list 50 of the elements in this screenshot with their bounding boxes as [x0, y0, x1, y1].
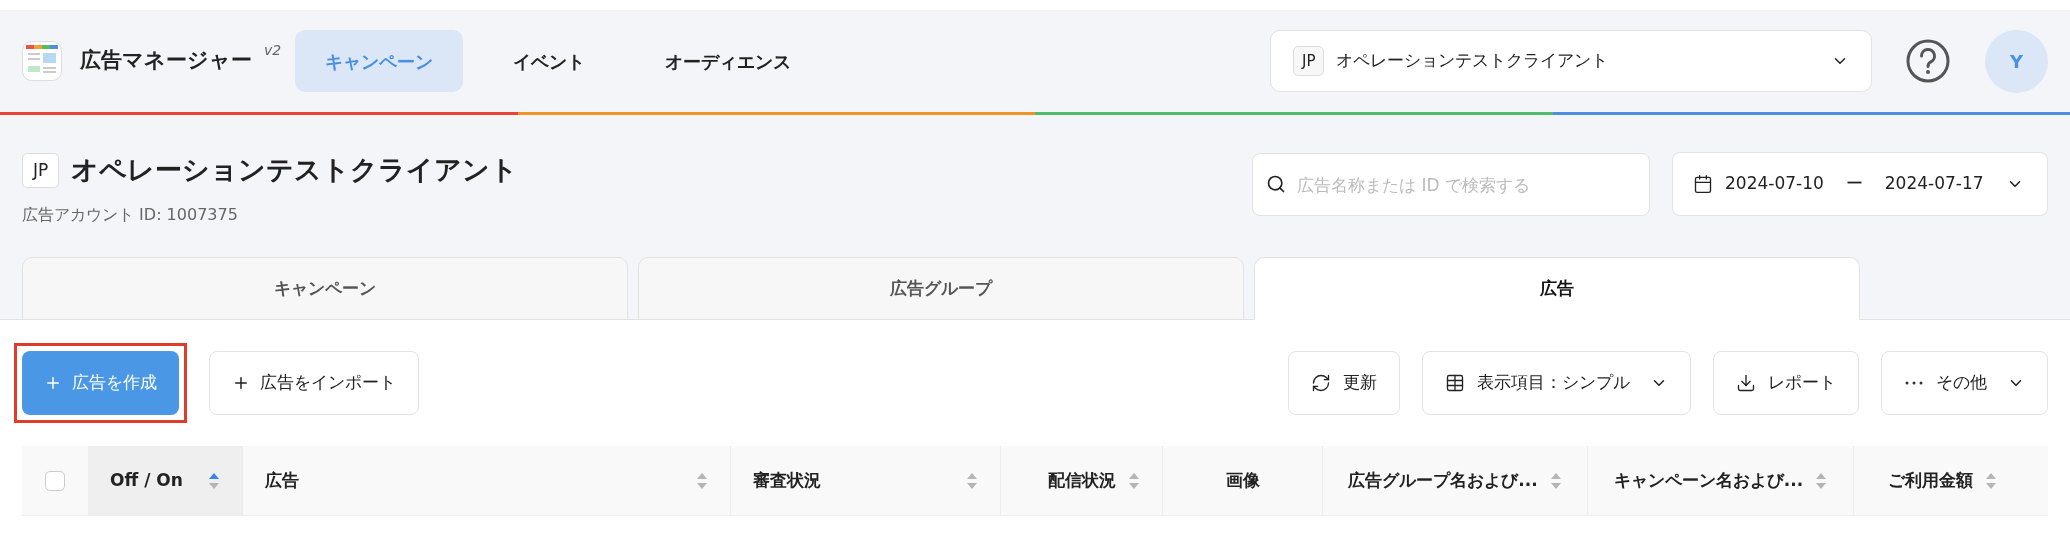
column-title: 画像: [1225, 468, 1260, 492]
view-tab[interactable]: 広告グループ: [638, 257, 1244, 320]
date-separator: ー: [1845, 172, 1863, 196]
column-header[interactable]: Off / On: [88, 446, 242, 515]
help-icon[interactable]: [1906, 39, 1950, 83]
toolbar-button[interactable]: 更新: [1288, 351, 1400, 415]
refresh-icon: [1311, 373, 1331, 393]
account-id: 広告アカウント ID: 1007375: [22, 203, 239, 226]
column-title: 広告グループ名および...: [1348, 468, 1538, 492]
view-tab[interactable]: キャンペーン: [22, 257, 628, 320]
date-range-picker[interactable]: 2024-07-10 ー 2024-07-17: [1672, 152, 2048, 216]
column-header[interactable]: 審査状況: [730, 446, 1000, 515]
download-icon: [1736, 373, 1756, 393]
column-header[interactable]: 広告グループ名および...: [1322, 446, 1587, 515]
version-label: v2: [264, 40, 282, 60]
column-header[interactable]: キャンペーン名および...: [1587, 446, 1853, 515]
select-all-checkbox[interactable]: [45, 470, 65, 491]
toolbar-button[interactable]: 表示項目：シンプル: [1422, 351, 1691, 415]
column-header[interactable]: ご利用金額: [1853, 446, 2030, 515]
app-title: 広告マネージャー: [80, 47, 252, 75]
column-header[interactable]: 画像: [1162, 446, 1322, 515]
plus-icon: [44, 374, 62, 392]
client-name: オペレーションテストクライアント: [1336, 49, 1610, 73]
action-button[interactable]: 広告をインポート: [209, 351, 419, 415]
calendar-icon: [1693, 174, 1713, 194]
toolbar-button[interactable]: レポート: [1713, 351, 1859, 415]
table-icon: [1445, 373, 1465, 393]
account-name: オペレーションテストクライアント: [71, 153, 519, 187]
view-tab[interactable]: 広告: [1254, 257, 1860, 320]
nav-tab[interactable]: オーディエンス: [635, 30, 822, 92]
start-date: 2024-07-10: [1725, 172, 1824, 196]
column-header[interactable]: 広告: [242, 446, 730, 515]
search-icon: [1266, 174, 1286, 194]
country-tag: JP: [1293, 45, 1325, 77]
end-date: 2024-07-17: [1884, 172, 1984, 196]
toolbar-button[interactable]: その他: [1881, 351, 2048, 415]
column-header[interactable]: 配信状況: [1000, 446, 1162, 515]
column-title: 審査状況: [753, 468, 821, 492]
app-logo-icon: [22, 41, 62, 81]
column-title: 配信状況: [1048, 468, 1116, 492]
client-select[interactable]: JP オペレーションテストクライアント: [1270, 30, 1872, 92]
search-field[interactable]: 広告名称または ID で検索する: [1252, 153, 1650, 216]
country-tag: JP: [22, 152, 60, 188]
column-title: 広告: [265, 468, 299, 492]
column-title: キャンペーン名および...: [1613, 468, 1804, 492]
more-icon: [1904, 380, 1924, 386]
plus-icon: [232, 374, 250, 392]
column-title: ご利用金額: [1887, 468, 1973, 492]
nav-tab[interactable]: イベント: [483, 30, 616, 92]
column-title: Off / On: [110, 468, 183, 492]
